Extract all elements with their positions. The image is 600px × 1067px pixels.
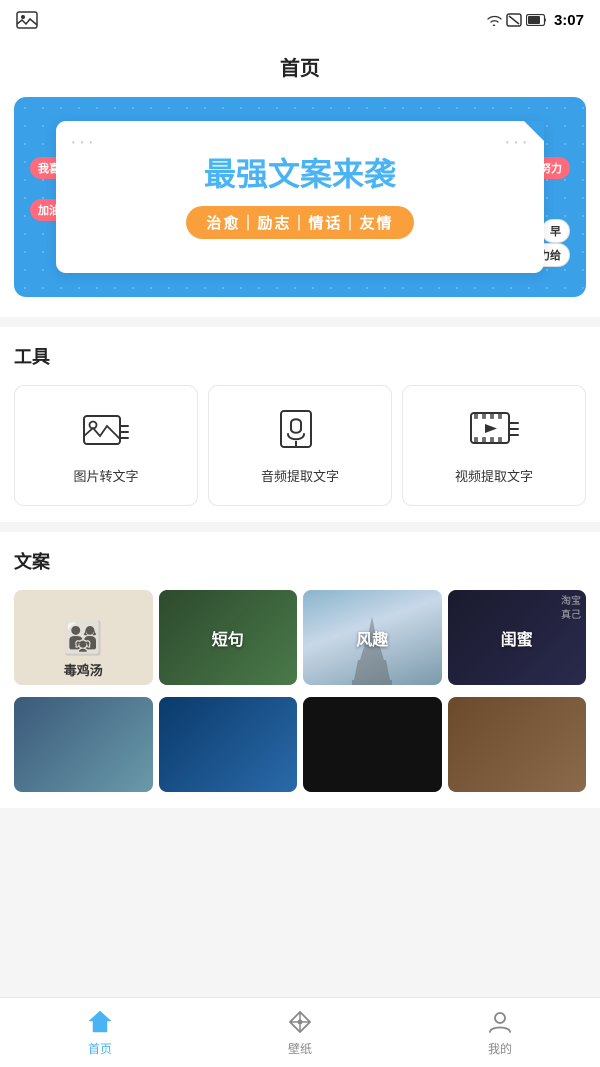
banner[interactable]: 我喜欢 加油! 努力 早 奥力给 最强文案来袭 治愈｜励志｜情话｜友情 [14,97,586,297]
content-label-poison: 毒鸡汤 [64,663,103,678]
content-title: 文案 [14,548,586,574]
wifi-icon [486,13,502,27]
gallery-icon [16,11,38,29]
banner-subtitle: 治愈｜励志｜情话｜友情 [186,206,413,239]
status-icons [486,13,548,27]
content-item-5[interactable] [14,697,153,792]
nav-profile-label: 我的 [488,1040,512,1057]
tool-img-to-text[interactable]: 图片转文字 [14,385,198,506]
content-item-6[interactable] [159,697,298,792]
audio-to-text-icon [275,406,325,456]
tag-morning: 早 [541,219,570,243]
tool-img-label: 图片转文字 [73,466,138,485]
tool-audio-label: 音频提取文字 [261,466,339,485]
content-item-funny[interactable]: 风趣 [303,590,442,685]
profile-icon [486,1008,514,1036]
content-grid: 👨‍👩‍👧 毒鸡汤 短句 [14,590,586,792]
tool-video-label: 视频提取文字 [455,466,533,485]
status-bar-right: 3:07 [486,12,584,29]
tool-audio-to-text[interactable]: 音频提取文字 [208,385,392,506]
status-bar-left [16,11,38,29]
wallpaper-icon [286,1008,314,1036]
banner-title: 最强文案来袭 [204,155,396,193]
clock: 3:07 [554,12,584,29]
nav-home-label: 首页 [88,1040,112,1057]
content-section: 文案 👨‍👩‍👧 毒鸡汤 短句 [0,532,600,808]
tool-video-to-text[interactable]: 视频提取文字 [402,385,586,506]
banner-section: 我喜欢 加油! 努力 早 奥力给 最强文案来袭 治愈｜励志｜情话｜友情 [0,97,600,317]
tools-section: 工具 图片转文字 [0,327,600,522]
banner-card: 最强文案来袭 治愈｜励志｜情话｜友情 [56,121,544,273]
bottom-nav: 首页 壁纸 我的 [0,997,600,1067]
nav-home[interactable]: 首页 [0,1008,200,1057]
page-title: 首页 [280,58,320,80]
content-item-8[interactable] [448,697,587,792]
nav-wallpaper[interactable]: 壁纸 [200,1008,400,1057]
content-label-short: 短句 [159,590,298,685]
tools-grid: 图片转文字 音频提取文字 [14,385,586,506]
page-header: 首页 [0,40,600,97]
corner-fold [524,121,544,141]
video-to-text-icon [469,406,519,456]
tools-title: 工具 [14,343,586,369]
nav-profile[interactable]: 我的 [400,1008,600,1057]
nav-wallpaper-label: 壁纸 [288,1040,312,1057]
signal-icon [506,13,522,27]
content-label-bestie: 闺蜜 [448,590,587,685]
home-icon [86,1008,114,1036]
content-item-poison-soup[interactable]: 👨‍👩‍👧 毒鸡汤 [14,590,153,685]
content-label-funny: 风趣 [303,590,442,685]
content-item-7[interactable] [303,697,442,792]
content-item-bestie[interactable]: 淘宝真己 闺蜜 [448,590,587,685]
content-item-short[interactable]: 短句 [159,590,298,685]
battery-icon [526,14,548,26]
img-to-text-icon [81,406,131,456]
status-bar: 3:07 [0,0,600,40]
